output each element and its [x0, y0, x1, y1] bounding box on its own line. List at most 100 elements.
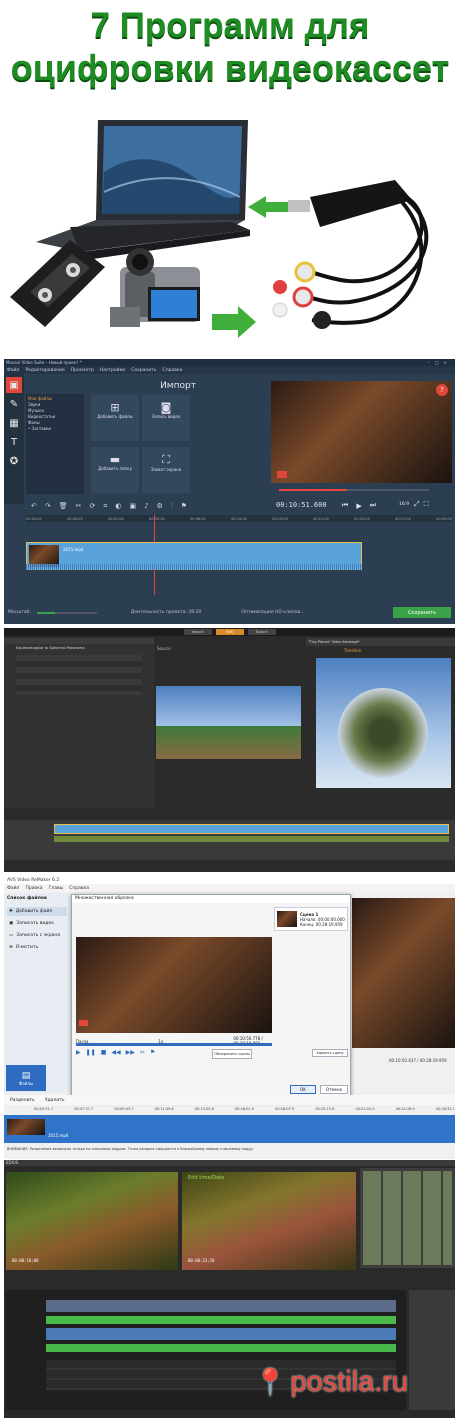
ruler-tick: 00:13:55.8	[194, 1107, 214, 1111]
menu-edit[interactable]: Редактирование	[25, 368, 64, 373]
zoom-slider[interactable]	[36, 611, 97, 614]
camera-icon: ▣	[9, 921, 14, 926]
help-icon[interactable]: ?	[436, 384, 448, 396]
dialog-scrubber[interactable]	[76, 1043, 272, 1046]
split-button[interactable]: Разделить	[10, 1098, 35, 1103]
delete-button[interactable]: Удалить	[45, 1098, 65, 1103]
audio-track[interactable]	[54, 836, 449, 842]
record-video-tile[interactable]: ◙ Запись видео	[142, 395, 190, 441]
folder-icon: ▬	[109, 453, 121, 466]
image-icon[interactable]: ▣	[129, 502, 136, 510]
stop-icon[interactable]: ■	[101, 1049, 107, 1056]
stickers-icon[interactable]: ✪	[6, 453, 22, 469]
cancel-button[interactable]: Отмена	[320, 1085, 348, 1094]
menu-settings[interactable]: Настройки	[100, 368, 125, 373]
avs-menu-file[interactable]: Файл	[7, 886, 19, 891]
record-video-button[interactable]: ▣ Записать видео	[7, 919, 67, 928]
fullscreen-icon[interactable]: ⤢⛶	[414, 500, 433, 509]
magic-wand-icon[interactable]: ✎	[6, 396, 22, 412]
record-icon[interactable]	[277, 471, 287, 478]
cut-icon[interactable]: ✂	[76, 502, 82, 510]
tab-export[interactable]: Export	[247, 629, 276, 635]
play-icon[interactable]: ▶	[76, 1049, 81, 1056]
audio-waveform	[26, 564, 362, 570]
record-screen-button[interactable]: ▭ Записать с экрана	[7, 931, 67, 940]
avs-timeline-clip[interactable]: 2015.mp4	[4, 1115, 455, 1143]
scene-thumbnail	[277, 911, 297, 927]
rotate-icon[interactable]: ⟳	[90, 502, 96, 510]
pinnacle-screenshot: Import Edit Export Equirectangular to Sp…	[4, 628, 455, 872]
avs-menu-help[interactable]: Справка	[69, 886, 89, 891]
edius-audio-track-2[interactable]	[46, 1344, 396, 1352]
ok-button[interactable]: OK	[290, 1085, 316, 1094]
redo-icon[interactable]: ↷	[45, 502, 51, 510]
movavi-title: Movavi Video Suite – Новый проект *	[6, 360, 82, 365]
effect-title: Equirectangular to Spherical Panorama	[16, 646, 85, 650]
preview-scrubber[interactable]	[279, 489, 429, 491]
add-folder-tile[interactable]: ▬ Добавить папку	[91, 447, 139, 493]
edit-toolbar: ↶ ↷ 🗑 ✂ ⟳ ⌗ ◐ ▣ ♪ ⚙ ⫶ ⚑	[26, 499, 271, 513]
avs-sidebar: Список файлов ✚ Добавить файл ▣ Записать в…	[4, 893, 70, 1093]
menu-help[interactable]: Справка	[163, 368, 183, 373]
avs-ruler: 00:05:31.7 00:07:37.7 00:09:43.7 00:11:49.…	[34, 1107, 455, 1111]
aspect-ratio[interactable]: 16:9	[399, 502, 409, 507]
equalizer-icon[interactable]: ⫶	[171, 502, 173, 511]
dialog-controls: ▶ ❚❚ ■ ◀◀ ▶▶ ✂ ⚑	[76, 1049, 155, 1056]
ruler-tick: 00:05:00	[149, 516, 165, 521]
ruler-tick: 00:05:31.7	[34, 1107, 54, 1111]
crop-icon[interactable]: ⌗	[103, 502, 107, 511]
combine-scenes-button[interactable]: Объединить сцены	[212, 1049, 252, 1059]
scene-start: Начало: 00:00:00.000	[300, 916, 345, 922]
prev-icon[interactable]: ⏮	[342, 501, 348, 510]
timeline-clip[interactable]	[54, 824, 449, 834]
add-files-icon: ⊞	[110, 401, 120, 414]
ruler-tick: 00:30:00	[436, 516, 452, 521]
add-files-tile[interactable]: ⊞ Добавить файлы	[91, 395, 139, 441]
gear-icon[interactable]: ⚙	[157, 502, 163, 510]
add-file-button[interactable]: ✚ Добавить файл	[7, 907, 67, 916]
clear-button[interactable]: ⊗ Очистить	[7, 943, 67, 952]
source-item[interactable]: • Заставки	[28, 426, 82, 432]
avs-menu-edit[interactable]: Правка	[25, 886, 42, 891]
pause-icon[interactable]: ❚❚	[86, 1049, 96, 1056]
avs-menu-chapters[interactable]: Главы	[49, 886, 64, 891]
pinnacle-tabs: Import Edit Export	[4, 628, 455, 636]
hd-optimization-label: Оптимизация HD клипов...	[241, 610, 305, 615]
flag-icon[interactable]: ⚑	[181, 502, 187, 510]
delete-scene-button[interactable]: Удалить сцену	[312, 1049, 348, 1057]
window-controls-icon[interactable]: –□×	[428, 360, 455, 365]
prev-frame-icon[interactable]: ◀◀	[111, 1049, 120, 1056]
color-icon[interactable]: ◐	[115, 502, 121, 510]
titles-icon[interactable]: T	[6, 434, 22, 450]
filters-icon[interactable]: ▦	[6, 415, 22, 431]
edius-audio-track[interactable]	[46, 1316, 396, 1324]
scene-end: Конец: 00:28:19.959	[300, 921, 343, 927]
screen-capture-tile[interactable]: ⛶ Захват экрана	[142, 447, 190, 493]
edius-video-track[interactable]	[46, 1300, 396, 1312]
play-icon[interactable]: ▶	[356, 502, 361, 510]
menu-view[interactable]: Просмотр	[71, 368, 94, 373]
marker-icon[interactable]: ⚑	[150, 1049, 155, 1056]
ruler-tick: 00:15:00	[272, 516, 288, 521]
scene-card[interactable]: Сцена 1 Начало: 00:00:00.000 Конец: 00:2…	[274, 907, 348, 931]
edius-video-track-2[interactable]	[46, 1328, 396, 1340]
effect-parameters[interactable]	[16, 655, 142, 695]
tab-edit[interactable]: Edit	[215, 629, 244, 635]
dialog-preview	[76, 937, 272, 1033]
save-button[interactable]: Сохранить	[393, 607, 451, 618]
movavi-screenshot: Movavi Video Suite – Новый проект * –□× …	[4, 359, 455, 624]
files-tab[interactable]: ▤ Файлы	[6, 1065, 46, 1091]
delete-icon[interactable]: 🗑	[59, 502, 68, 510]
avs-menu: Файл Правка Главы Справка	[4, 884, 455, 892]
mic-icon[interactable]: ♪	[144, 502, 148, 510]
trim-dialog: Множественная обрезка Сцена 1 Начало: 00…	[71, 894, 351, 1101]
next-frame-icon[interactable]: ▶▶	[126, 1049, 135, 1056]
bin-thumbnails[interactable]	[363, 1171, 452, 1265]
undo-icon[interactable]: ↶	[31, 502, 37, 510]
next-icon[interactable]: ⏭	[370, 501, 376, 510]
tab-import[interactable]: Import	[183, 629, 212, 635]
menu-file[interactable]: Файл	[7, 368, 19, 373]
menu-save[interactable]: Сохранить	[131, 368, 156, 373]
import-tool-icon[interactable]: ▣	[6, 377, 22, 393]
cut-icon[interactable]: ✂	[140, 1049, 145, 1056]
